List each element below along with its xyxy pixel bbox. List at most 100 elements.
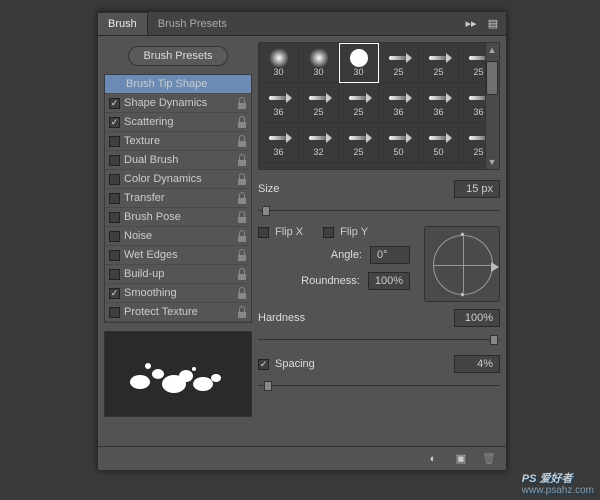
spacing-checkbox[interactable] <box>258 359 269 370</box>
setting-dual-brush[interactable]: Dual Brush <box>105 151 251 170</box>
brush-swatch[interactable]: 50 <box>419 123 459 163</box>
setting-checkbox[interactable] <box>109 269 120 280</box>
brush-swatch[interactable]: 32 <box>299 123 339 163</box>
lock-icon[interactable] <box>237 135 247 147</box>
brush-swatch[interactable]: 25 <box>339 83 379 123</box>
setting-checkbox[interactable] <box>109 174 120 185</box>
brush-swatch[interactable]: 30 <box>339 43 379 83</box>
hardness-slider[interactable] <box>258 336 500 344</box>
brush-swatch[interactable]: 30 <box>259 43 299 83</box>
tab-brush[interactable]: Brush <box>98 12 148 35</box>
setting-label: Shape Dynamics <box>124 97 207 109</box>
size-slider[interactable] <box>258 207 500 215</box>
panel-footer: ◐ ▣ 🗑 <box>98 446 506 470</box>
flipx-label: Flip X <box>275 226 303 238</box>
brush-swatch-grid: 3030302525253625253636363632255050252550… <box>258 42 500 170</box>
setting-label: Color Dynamics <box>124 173 202 185</box>
spacing-value[interactable]: 4% <box>454 355 500 373</box>
lock-icon[interactable] <box>237 211 247 223</box>
size-value[interactable]: 15 px <box>454 180 500 198</box>
angle-value[interactable]: 0° <box>370 246 410 264</box>
lock-icon[interactable] <box>237 192 247 204</box>
setting-checkbox[interactable] <box>109 155 120 166</box>
flipy-label: Flip Y <box>340 226 368 238</box>
lock-icon[interactable] <box>237 154 247 166</box>
toggle-preview-icon[interactable]: ◐ <box>426 452 440 466</box>
size-label: Size <box>258 183 279 195</box>
lock-icon[interactable] <box>237 287 247 299</box>
lock-icon[interactable] <box>237 249 247 261</box>
setting-protect-texture[interactable]: Protect Texture <box>105 303 251 322</box>
hardness-value[interactable]: 100% <box>454 309 500 327</box>
setting-checkbox[interactable] <box>109 231 120 242</box>
brush-swatch[interactable]: 36 <box>259 123 299 163</box>
setting-build-up[interactable]: Build-up <box>105 265 251 284</box>
angle-dial[interactable] <box>424 226 500 302</box>
lock-icon[interactable] <box>237 173 247 185</box>
setting-brush-pose[interactable]: Brush Pose <box>105 208 251 227</box>
setting-checkbox[interactable] <box>109 212 120 223</box>
setting-checkbox[interactable] <box>109 307 120 318</box>
setting-checkbox[interactable] <box>109 250 120 261</box>
setting-noise[interactable]: Noise <box>105 227 251 246</box>
setting-label: Brush Pose <box>124 211 181 223</box>
tab-bar: Brush Brush Presets ▸▸ ▤ <box>98 12 506 36</box>
lock-icon[interactable] <box>237 230 247 242</box>
brush-swatch[interactable]: 25 <box>259 163 299 170</box>
brush-swatch[interactable]: 32 <box>339 163 379 170</box>
lock-icon[interactable] <box>237 97 247 109</box>
setting-brush-tip-shape[interactable]: Brush Tip Shape <box>105 75 251 94</box>
setting-label: Dual Brush <box>124 154 178 166</box>
angle-label: Angle: <box>331 249 362 261</box>
brush-swatch[interactable]: 25 <box>419 43 459 83</box>
brush-swatch[interactable]: 50 <box>299 163 339 170</box>
setting-label: Build-up <box>124 268 164 280</box>
brush-swatch[interactable]: 30 <box>299 43 339 83</box>
lock-icon[interactable] <box>237 306 247 318</box>
setting-label: Protect Texture <box>124 306 198 318</box>
spacing-label: Spacing <box>275 358 315 370</box>
brush-swatch[interactable]: 25 <box>339 123 379 163</box>
brush-panel: Brush Brush Presets ▸▸ ▤ Brush Presets B… <box>97 11 507 471</box>
roundness-value[interactable]: 100% <box>368 272 410 290</box>
setting-smoothing[interactable]: Smoothing <box>105 284 251 303</box>
setting-scattering[interactable]: Scattering <box>105 113 251 132</box>
brush-swatch[interactable]: 36 <box>259 83 299 123</box>
setting-shape-dynamics[interactable]: Shape Dynamics <box>105 94 251 113</box>
collapse-icon[interactable]: ▸▸ <box>464 16 478 30</box>
stroke-preview <box>104 331 252 417</box>
swatch-scrollbar[interactable]: ▲ ▼ <box>485 43 499 169</box>
setting-checkbox[interactable] <box>109 288 120 299</box>
tab-brush-presets[interactable]: Brush Presets <box>148 13 237 35</box>
setting-texture[interactable]: Texture <box>105 132 251 151</box>
hardness-label: Hardness <box>258 312 305 324</box>
brush-swatch[interactable]: 36 <box>419 83 459 123</box>
panel-menu-icon[interactable]: ▤ <box>486 16 500 30</box>
flipx-checkbox[interactable] <box>258 227 269 238</box>
roundness-label: Roundness: <box>301 275 360 287</box>
scroll-down-icon[interactable]: ▼ <box>487 157 497 167</box>
setting-wet-edges[interactable]: Wet Edges <box>105 246 251 265</box>
new-preset-icon[interactable]: ▣ <box>454 452 468 466</box>
setting-label: Smoothing <box>124 287 177 299</box>
brush-swatch[interactable]: 25 <box>299 83 339 123</box>
watermark: PS 爱好者 www.psahz.com <box>522 465 594 496</box>
brush-swatch[interactable]: 50 <box>379 123 419 163</box>
lock-icon[interactable] <box>237 268 247 280</box>
spacing-slider[interactable] <box>258 382 500 390</box>
setting-checkbox[interactable] <box>109 136 120 147</box>
brush-presets-button[interactable]: Brush Presets <box>128 46 227 66</box>
flipy-checkbox[interactable] <box>323 227 334 238</box>
scrollbar-thumb[interactable] <box>486 61 498 95</box>
scroll-up-icon[interactable]: ▲ <box>487 45 497 55</box>
trash-icon[interactable]: 🗑 <box>482 452 496 466</box>
setting-checkbox[interactable] <box>109 117 120 128</box>
brush-swatch[interactable]: 25 <box>379 43 419 83</box>
lock-icon[interactable] <box>237 116 247 128</box>
setting-transfer[interactable]: Transfer <box>105 189 251 208</box>
setting-checkbox[interactable] <box>109 98 120 109</box>
setting-color-dynamics[interactable]: Color Dynamics <box>105 170 251 189</box>
brush-swatch[interactable]: 36 <box>379 83 419 123</box>
setting-label: Wet Edges <box>124 249 178 261</box>
setting-checkbox[interactable] <box>109 193 120 204</box>
